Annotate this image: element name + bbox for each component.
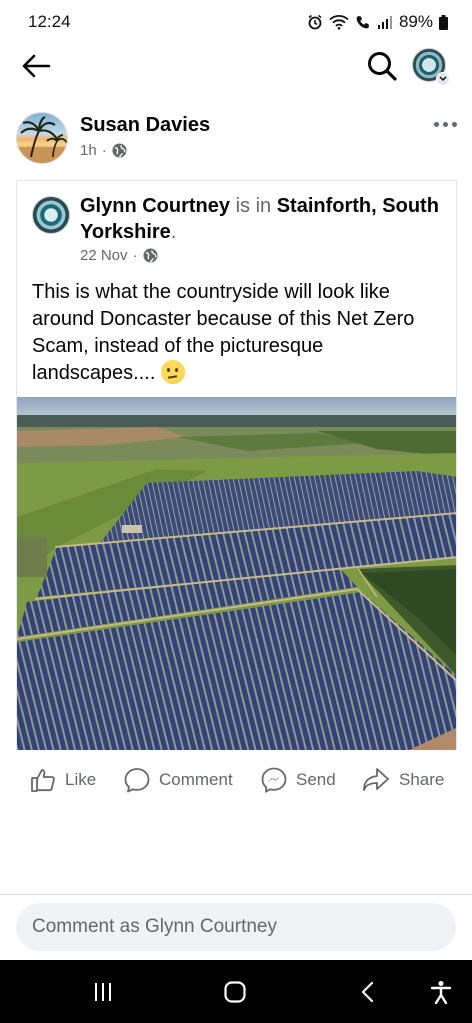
meta-separator: · xyxy=(101,142,107,159)
globe-icon xyxy=(112,143,127,158)
share-label: Share xyxy=(399,770,445,789)
home-button[interactable] xyxy=(215,976,255,1008)
back-button[interactable] xyxy=(18,50,54,82)
share-button[interactable]: Share xyxy=(362,758,444,802)
send-label: Send xyxy=(296,770,336,789)
accessibility-button[interactable] xyxy=(421,976,461,1008)
accessibility-icon xyxy=(430,981,452,1004)
solar-farm-photo[interactable] xyxy=(17,397,456,750)
search-button[interactable] xyxy=(362,48,402,84)
author-avatar[interactable] xyxy=(16,112,68,164)
status-time: 12:24 xyxy=(28,12,71,31)
recents-icon xyxy=(95,983,111,1001)
messenger-icon xyxy=(261,767,287,793)
shared-post-text: This is what the countryside will look l… xyxy=(32,279,447,387)
comment-input[interactable]: Comment as Glynn Courtney xyxy=(16,903,456,951)
comment-placeholder: Comment as Glynn Courtney xyxy=(32,916,277,937)
comment-label: Comment xyxy=(159,770,233,789)
chevron-down-icon xyxy=(436,72,450,86)
profile-button[interactable] xyxy=(412,48,450,86)
nav-back-button[interactable] xyxy=(348,976,388,1008)
meta-separator: · xyxy=(132,247,138,264)
battery-icon xyxy=(439,14,448,30)
post-meta: 1h · xyxy=(80,142,127,159)
send-button[interactable]: Send xyxy=(261,758,336,802)
wifi-icon xyxy=(329,14,349,30)
like-label: Like xyxy=(65,770,97,789)
post-body: This is what the countryside will look l… xyxy=(32,281,415,384)
author-name[interactable]: Susan Davies xyxy=(80,114,210,137)
shared-post-date[interactable]: 22 Nov xyxy=(80,247,128,264)
app-bar xyxy=(0,44,472,88)
heading-period: . xyxy=(170,221,177,243)
home-icon xyxy=(224,981,246,1003)
post-time[interactable]: 1h xyxy=(80,142,97,159)
more-options-button[interactable] xyxy=(428,114,462,134)
status-bar: 12:24 89% xyxy=(0,0,472,44)
shared-author-avatar[interactable] xyxy=(32,196,70,234)
comment-bubble-icon xyxy=(124,768,150,793)
post-header: Susan Davies 1h · xyxy=(0,108,472,168)
thinking-emoji-icon xyxy=(160,360,185,384)
nav-back-icon xyxy=(361,981,374,1003)
alarm-icon xyxy=(307,14,323,30)
recents-button[interactable] xyxy=(83,976,123,1008)
signal-icon xyxy=(377,15,393,29)
globe-icon xyxy=(143,248,158,263)
is-in-label: is in xyxy=(235,195,272,217)
search-icon xyxy=(368,52,397,81)
like-button[interactable]: Like xyxy=(30,758,96,802)
call-icon xyxy=(355,14,371,30)
status-indicators: 89% xyxy=(307,12,448,32)
divider xyxy=(0,894,472,895)
shared-post-heading: Glynn Courtney is in Stainforth, South Y… xyxy=(80,193,450,245)
battery-level: 89% xyxy=(398,12,433,31)
arrow-left-icon xyxy=(22,54,51,78)
more-icon xyxy=(433,121,439,127)
shared-post-meta: 22 Nov · xyxy=(80,247,158,264)
thumbs-up-icon xyxy=(31,769,55,792)
shared-author-name[interactable]: Glynn Courtney xyxy=(80,195,230,217)
system-nav-bar xyxy=(0,960,472,1023)
shared-post-card[interactable]: Glynn Courtney is in Stainforth, South Y… xyxy=(16,180,457,750)
post-action-bar: Like Comment Send Share xyxy=(0,758,472,802)
share-arrow-icon xyxy=(363,768,389,791)
comment-button[interactable]: Comment xyxy=(124,758,233,802)
